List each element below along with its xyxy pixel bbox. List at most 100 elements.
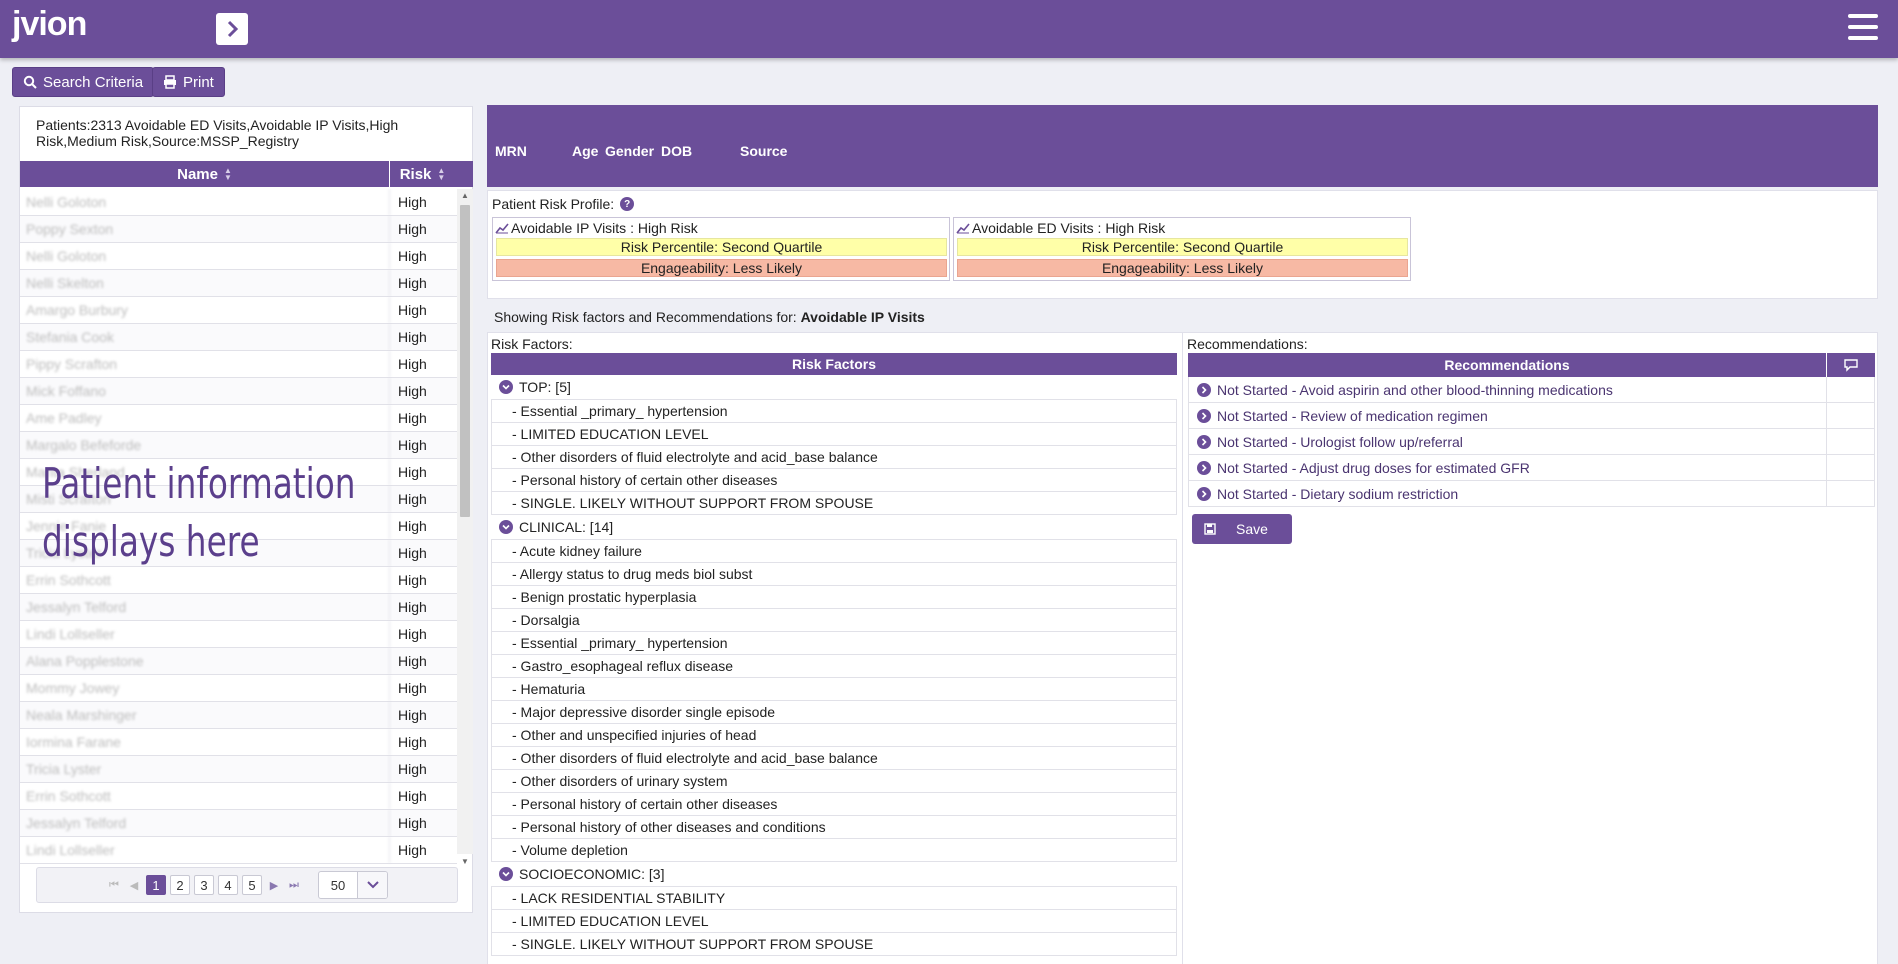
- scroll-up-icon[interactable]: ▲: [461, 191, 469, 200]
- table-row[interactable]: Errin Sothcott High: [20, 783, 457, 810]
- recommendation-row[interactable]: Not Started - Avoid aspirin and other bl…: [1188, 377, 1875, 403]
- risk-factor-item: - LIMITED EDUCATION LEVEL: [491, 423, 1177, 446]
- first-page-icon[interactable]: ⏮: [106, 875, 122, 895]
- patient-risk-cell: High: [398, 302, 427, 318]
- sort-icon: ▲ ▼: [223, 166, 232, 182]
- page-size-value: 50: [330, 877, 346, 893]
- help-icon[interactable]: ?: [620, 197, 635, 211]
- page-5-button[interactable]: 5: [242, 875, 262, 895]
- recommendation-text: Not Started - Urologist follow up/referr…: [1217, 433, 1463, 450]
- recommendation-row[interactable]: Not Started - Review of medication regim…: [1188, 403, 1875, 429]
- chevron-down-icon[interactable]: [499, 867, 513, 881]
- patient-risk-cell: High: [398, 410, 427, 426]
- risk-factor-group[interactable]: SOCIOECONOMIC: [3]: [491, 862, 1177, 887]
- scroll-down-icon[interactable]: ▼: [461, 857, 469, 866]
- table-row[interactable]: Amargo Burbury High: [20, 297, 457, 324]
- chevron-right-icon[interactable]: [1197, 382, 1211, 397]
- print-label: Print: [183, 73, 214, 91]
- last-page-icon[interactable]: ⏭: [286, 875, 302, 895]
- page-size-select[interactable]: 50: [318, 871, 388, 899]
- prev-page-icon[interactable]: ◀: [126, 875, 142, 895]
- risk-factor-item: - Allergy status to drug meds biol subst: [491, 563, 1177, 586]
- risk-factor-item: - Other and unspecified injuries of head: [491, 724, 1177, 747]
- risk-factor-group-title: CLINICAL: [14]: [519, 519, 614, 535]
- recommendation-row[interactable]: Not Started - Dietary sodium restriction: [1188, 481, 1875, 507]
- chevron-right-icon[interactable]: [1197, 434, 1211, 449]
- recommendation-cell: Not Started - Adjust drug doses for esti…: [1189, 455, 1827, 480]
- risk-factor-group[interactable]: CLINICAL: [14]: [491, 515, 1177, 540]
- patient-grid-header: Name ▲ ▼ Risk ▲ ▼: [20, 161, 473, 187]
- patients-summary: Patients:2313 Avoidable ED Visits,Avoida…: [36, 117, 399, 149]
- name-column-header[interactable]: Name ▲ ▼: [20, 161, 390, 187]
- patient-risk-cell: High: [398, 491, 427, 507]
- risk-column-label: Risk: [399, 165, 432, 183]
- table-row[interactable]: Stefania Cook High: [20, 324, 457, 351]
- table-row[interactable]: Nelli Goloton High: [20, 189, 457, 216]
- comment-cell[interactable]: [1827, 481, 1875, 506]
- risk-card-ed[interactable]: Avoidable ED Visits : High Risk Risk Per…: [953, 217, 1411, 281]
- chevron-down-icon[interactable]: [499, 380, 513, 394]
- table-row[interactable]: Jessalyn Telford High: [20, 594, 457, 621]
- table-row[interactable]: Lindi Lollseller High: [20, 621, 457, 648]
- page-4-button[interactable]: 4: [218, 875, 238, 895]
- risk-factor-item: - Acute kidney failure: [491, 540, 1177, 563]
- scrollbar-thumb[interactable]: [460, 205, 470, 517]
- risk-factor-item: - Major depressive disorder single episo…: [491, 701, 1177, 724]
- chevron-right-icon[interactable]: [1197, 408, 1211, 423]
- patient-name-cell: Mick Foffano: [20, 378, 390, 404]
- table-row[interactable]: Neala Marshinger High: [20, 702, 457, 729]
- risk-factor-item: - Other disorders of urinary system: [491, 770, 1177, 793]
- comment-cell[interactable]: [1827, 377, 1875, 402]
- page-3-button[interactable]: 3: [194, 875, 214, 895]
- table-row[interactable]: Tricia Lyster High: [20, 756, 457, 783]
- table-row[interactable]: Poppy Sexton High: [20, 216, 457, 243]
- risk-factor-item: - Other disorders of fluid electrolyte a…: [491, 446, 1177, 469]
- print-button[interactable]: Print: [152, 67, 225, 97]
- chevron-right-icon: [227, 20, 239, 38]
- table-row[interactable]: Ame Padley High: [20, 405, 457, 432]
- table-row[interactable]: Jessalyn Telford High: [20, 810, 457, 837]
- table-row[interactable]: Alana Popplestone High: [20, 648, 457, 675]
- table-row[interactable]: Lindi Lollseller High: [20, 837, 457, 864]
- jvion-logo[interactable]: jvion: [12, 5, 87, 44]
- risk-factor-item: - Personal history of certain other dise…: [491, 469, 1177, 492]
- page-1-button[interactable]: 1: [146, 875, 166, 895]
- patient-risk-cell: High: [398, 707, 427, 723]
- risk-factor-item: - LACK RESIDENTIAL STABILITY: [491, 887, 1177, 910]
- table-row[interactable]: Mick Foffano High: [20, 378, 457, 405]
- hamburger-menu-icon[interactable]: [1848, 14, 1878, 40]
- save-button[interactable]: Save: [1192, 514, 1292, 544]
- chevron-down-icon[interactable]: [499, 520, 513, 534]
- table-row[interactable]: Nelli Goloton High: [20, 243, 457, 270]
- risk-factor-item: - Other disorders of fluid electrolyte a…: [491, 747, 1177, 770]
- search-criteria-button[interactable]: Search Criteria: [12, 67, 155, 97]
- top-navbar: jvion: [0, 0, 1898, 58]
- risk-card-ip[interactable]: Avoidable IP Visits : High Risk Risk Per…: [492, 217, 950, 281]
- patient-name-cell: Errin Sothcott: [20, 783, 390, 809]
- patient-name-cell: Nelli Goloton: [20, 189, 390, 215]
- patient-name-cell: Jessalyn Telford: [20, 594, 390, 620]
- comment-cell[interactable]: [1827, 455, 1875, 480]
- risk-factor-group[interactable]: TOP: [5]: [491, 375, 1177, 400]
- table-row[interactable]: Iormina Farane High: [20, 729, 457, 756]
- chevron-right-icon[interactable]: [1197, 486, 1211, 501]
- risk-column-header[interactable]: Risk ▲ ▼: [390, 161, 455, 187]
- table-row[interactable]: Nelli Skelton High: [20, 270, 457, 297]
- patient-name-cell: Ame Padley: [20, 405, 390, 431]
- comment-cell[interactable]: [1827, 429, 1875, 454]
- recommendation-row[interactable]: Not Started - Adjust drug doses for esti…: [1188, 455, 1875, 481]
- next-page-icon[interactable]: ▶: [266, 875, 282, 895]
- table-row[interactable]: Errin Sothcott High: [20, 567, 457, 594]
- patient-risk-cell: High: [398, 788, 427, 804]
- table-row[interactable]: Mommy Jowey High: [20, 675, 457, 702]
- patient-risk-cell: High: [398, 464, 427, 480]
- comment-cell[interactable]: [1827, 403, 1875, 428]
- chevron-right-icon[interactable]: [1197, 460, 1211, 475]
- patient-name-cell: Nelli Goloton: [20, 243, 390, 269]
- sidebar-toggle-button[interactable]: [216, 13, 248, 45]
- recommendation-row[interactable]: Not Started - Urologist follow up/referr…: [1188, 429, 1875, 455]
- chevron-down-icon[interactable]: [357, 872, 387, 898]
- patient-grid-scrollbar[interactable]: ▲ ▼: [457, 189, 473, 866]
- page-2-button[interactable]: 2: [170, 875, 190, 895]
- table-row[interactable]: Pippy Scrafton High: [20, 351, 457, 378]
